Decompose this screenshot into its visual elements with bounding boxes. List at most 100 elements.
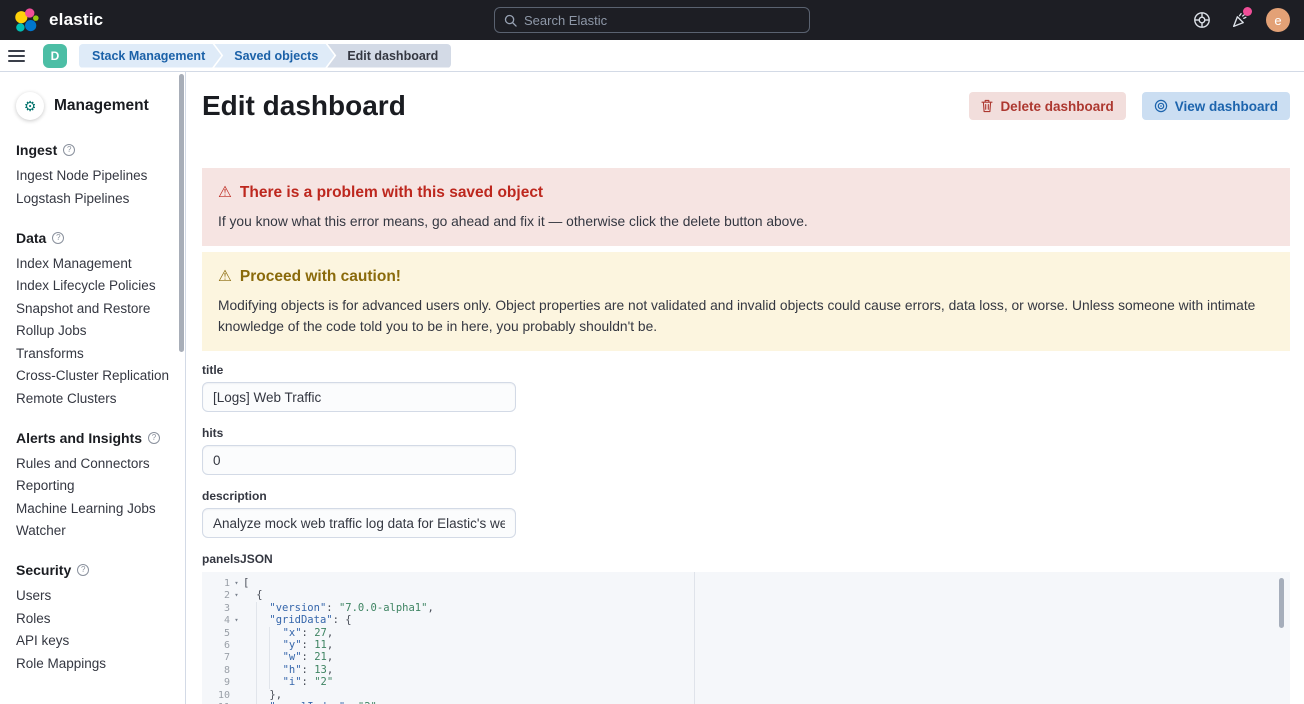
- saved-object-form: titlehitsdescription: [202, 363, 1290, 538]
- code-token: :: [302, 664, 315, 676]
- indent-guide: [269, 664, 282, 676]
- breadcrumb-edit-dashboard: Edit dashboard: [327, 44, 451, 68]
- newsfeed-button[interactable]: [1229, 10, 1249, 30]
- sidebar-item-index-management[interactable]: Index Management: [16, 257, 171, 271]
- line-number: 2: [202, 590, 230, 602]
- code-line: 5"x": 27,: [202, 627, 1290, 639]
- indent-guide: [256, 639, 269, 651]
- panelsjson-editor[interactable]: 1▾[2▾{3"version": "7.0.0-alpha1",4▾"grid…: [202, 572, 1290, 704]
- help-button[interactable]: [1192, 10, 1212, 30]
- indent-guide: [243, 614, 256, 626]
- indent-guide: [269, 676, 282, 688]
- sidebar-item-snapshot-and-restore[interactable]: Snapshot and Restore: [16, 302, 171, 316]
- sidebar-item-roles[interactable]: Roles: [16, 612, 171, 626]
- question-circle-icon: ?: [77, 564, 89, 576]
- code-token: "h": [283, 664, 302, 676]
- code-token: "7.0.0-alpha1": [339, 602, 428, 614]
- code-token: "gridData": [269, 614, 332, 626]
- sidebar-item-cross-cluster-replication[interactable]: Cross-Cluster Replication: [16, 369, 171, 383]
- delete-dashboard-button[interactable]: Delete dashboard: [969, 92, 1125, 120]
- sidebar-item-transforms[interactable]: Transforms: [16, 347, 171, 361]
- sidebar-item-remote-clusters[interactable]: Remote Clusters: [16, 392, 171, 406]
- warning-callout-body: Modifying objects is for advanced users …: [218, 295, 1274, 337]
- sidebar-section-alerts-and-insights: Alerts and Insights? Rules and Connectors…: [16, 430, 171, 539]
- sidebar-scrollbar[interactable]: [179, 74, 184, 352]
- code-token: ,: [327, 627, 333, 639]
- code-token: :: [326, 602, 339, 614]
- print-margin-ruler: [694, 572, 695, 704]
- sidebar-item-rules-and-connectors[interactable]: Rules and Connectors: [16, 457, 171, 471]
- sidebar-item-role-mappings[interactable]: Role Mappings: [16, 657, 171, 671]
- field-row-hits: hits: [202, 426, 1290, 475]
- sidebar-item-users[interactable]: Users: [16, 589, 171, 603]
- sidebar-item-logstash-pipelines[interactable]: Logstash Pipelines: [16, 192, 171, 206]
- code-token: "w": [283, 651, 302, 663]
- fold-arrow-icon[interactable]: ▾: [230, 614, 243, 626]
- global-search[interactable]: [494, 7, 810, 33]
- sidebar-item-machine-learning-jobs[interactable]: Machine Learning Jobs: [16, 502, 171, 516]
- warning-triangle-icon: ⚠: [218, 183, 232, 202]
- indent-guide: [256, 614, 269, 626]
- code-token: :: [302, 627, 315, 639]
- code-token: 27: [314, 627, 327, 639]
- code-token: : {: [333, 614, 352, 626]
- code-token: ,: [327, 664, 333, 676]
- view-dashboard-button[interactable]: View dashboard: [1142, 92, 1290, 120]
- breadcrumb-saved-objects[interactable]: Saved objects: [214, 44, 334, 68]
- question-circle-icon: ?: [63, 144, 75, 156]
- brand-text: elastic: [49, 10, 103, 30]
- error-callout: ⚠ There is a problem with this saved obj…: [202, 168, 1290, 246]
- help-icon: [1193, 11, 1211, 29]
- view-dashboard-label: View dashboard: [1175, 99, 1278, 114]
- editor-scrollbar[interactable]: [1279, 578, 1284, 628]
- sidebar-item-list: Ingest Node Pipelines Logstash Pipelines: [16, 169, 171, 206]
- code-line: 8"h": 13,: [202, 664, 1290, 676]
- code-token: "y": [283, 639, 302, 651]
- sidebar-item-rollup-jobs[interactable]: Rollup Jobs: [16, 324, 171, 338]
- code-token: "2": [314, 676, 333, 688]
- code-token: },: [269, 689, 282, 701]
- search-input[interactable]: [524, 13, 800, 28]
- indent-guide: [256, 602, 269, 614]
- indent-guide: [243, 664, 256, 676]
- brand[interactable]: elastic: [0, 6, 103, 34]
- space-avatar[interactable]: D: [43, 44, 67, 68]
- code-token: "x": [283, 627, 302, 639]
- breadcrumb-stack-management[interactable]: Stack Management: [79, 44, 221, 68]
- sidebar-item-watcher[interactable]: Watcher: [16, 524, 171, 538]
- code-token: "i": [283, 676, 302, 688]
- hits-field[interactable]: [202, 445, 516, 475]
- fold-arrow-icon[interactable]: ▾: [230, 589, 243, 601]
- code-line: 10},: [202, 689, 1290, 701]
- indent-guide: [243, 651, 256, 663]
- menu-button[interactable]: [8, 44, 34, 68]
- line-number: 9: [202, 677, 230, 689]
- breadcrumb: Stack ManagementSaved objectsEdit dashbo…: [79, 44, 451, 68]
- delete-dashboard-label: Delete dashboard: [1000, 99, 1113, 114]
- sidebar-item-api-keys[interactable]: API keys: [16, 634, 171, 648]
- indent-guide: [243, 602, 256, 614]
- sidebar-item-ingest-node-pipelines[interactable]: Ingest Node Pipelines: [16, 169, 171, 183]
- code-token: 21: [314, 651, 327, 663]
- sidebar-heading-label: Ingest: [16, 142, 57, 158]
- notification-dot: [1243, 7, 1252, 16]
- indent-guide: [269, 639, 282, 651]
- error-callout-body: If you know what this error means, go ah…: [218, 211, 1274, 232]
- fold-arrow-icon[interactable]: ▾: [230, 577, 243, 589]
- user-avatar[interactable]: e: [1266, 8, 1290, 32]
- sidebar-heading-label: Security: [16, 562, 71, 578]
- code-token: 11: [314, 639, 327, 651]
- sidebar-item-index-lifecycle-policies[interactable]: Index Lifecycle Policies: [16, 279, 171, 293]
- field-label-hits: hits: [202, 426, 1290, 440]
- sidebar-item-reporting[interactable]: Reporting: [16, 479, 171, 493]
- code-token: 13: [314, 664, 327, 676]
- breadcrumb-bar: D Stack ManagementSaved objectsEdit dash…: [0, 40, 1304, 72]
- warning-triangle-icon: ⚠: [218, 267, 232, 286]
- main-content: Edit dashboard Delete dashboard View das…: [186, 72, 1304, 704]
- warning-callout-title: Proceed with caution!: [240, 268, 401, 286]
- sidebar-heading-security: Security?: [16, 562, 171, 578]
- description-field[interactable]: [202, 508, 516, 538]
- sidebar-heading-label: Alerts and Insights: [16, 430, 142, 446]
- title-field[interactable]: [202, 382, 516, 412]
- question-circle-icon: ?: [148, 432, 160, 444]
